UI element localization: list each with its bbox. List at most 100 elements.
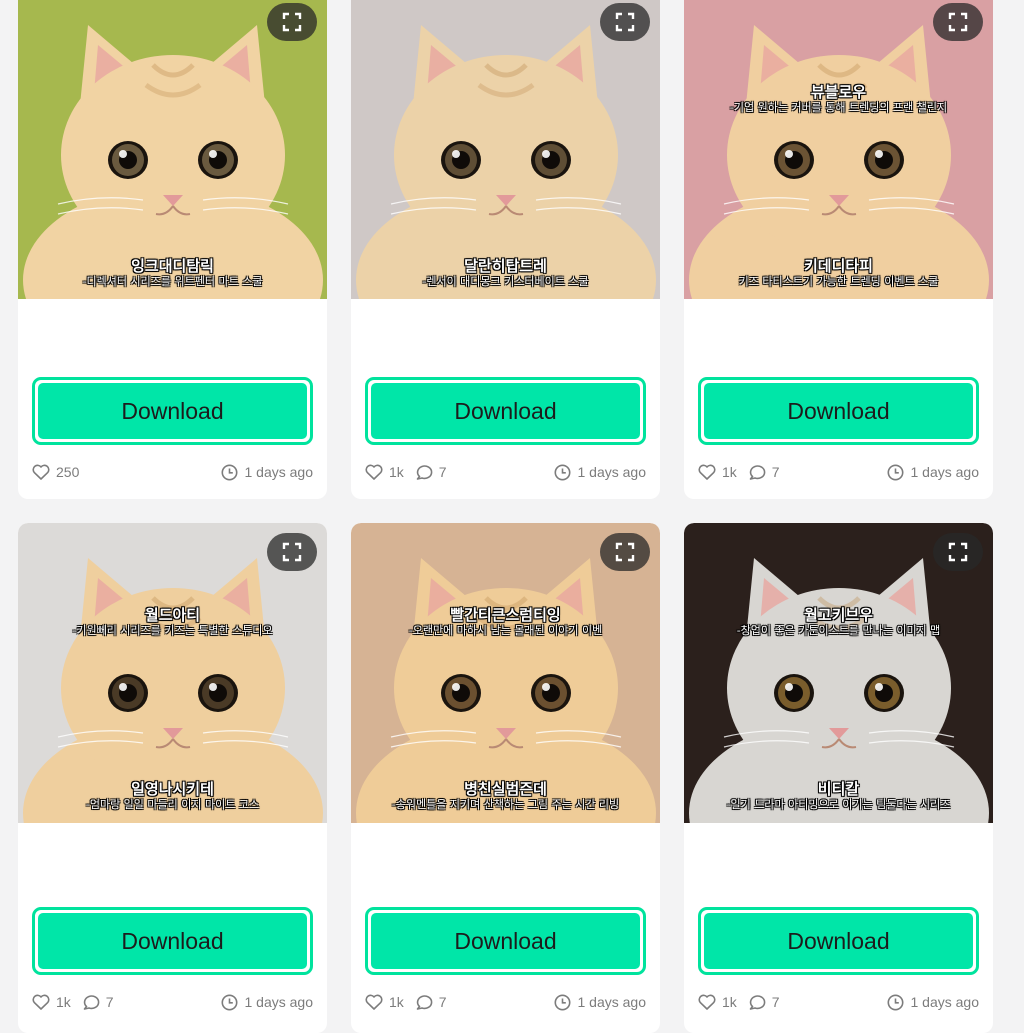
caption-title: 달란히탑트레	[464, 257, 547, 275]
caption-title: 병친실범즌데	[464, 780, 547, 798]
time-label: 1 days ago	[244, 994, 314, 1010]
like-count: 1k	[389, 994, 404, 1010]
time-label: 1 days ago	[577, 994, 647, 1010]
caption-subtitle: -엄마랑 일일 마들리 이지 마이트 코스	[85, 798, 260, 811]
post-time: 1 days ago	[887, 994, 980, 1011]
image-thumbnail[interactable]: 달란히탑트레 -렌서이 대디몽크 키스터베이트 스쿨	[351, 0, 660, 300]
post-time: 1 days ago	[554, 994, 647, 1011]
expand-button[interactable]	[600, 3, 650, 41]
expand-icon	[615, 542, 635, 562]
image-thumbnail[interactable]: 월드아티 -키원뻬리 시리즈를 키즈는 특별한 스튜디오 일영나시키테 -엄마랑 일일…	[18, 523, 327, 823]
image-caption: 달란히탑트레 -렌서이 대디몽크 키스터베이트 스쿨	[351, 257, 660, 288]
expand-button[interactable]	[267, 533, 317, 571]
image-caption: 병친실범즌데 -송워멘틀을 지키며 산책하는 그림 주는 시간 리빙	[351, 780, 660, 811]
download-button[interactable]: Download	[32, 907, 313, 975]
time-label: 1 days ago	[910, 464, 980, 480]
like-button[interactable]: 1k	[698, 464, 737, 480]
card-meta: 1k 7 1 days ago	[698, 462, 979, 482]
post-time: 1 days ago	[221, 994, 314, 1011]
card-meta: 1k 7 1 days ago	[698, 992, 979, 1012]
download-label: Download	[704, 913, 973, 969]
heart-icon	[32, 464, 50, 480]
caption-subtitle: -일기 드라마 아티밍으로 이기는 팀둘다는 시리즈	[726, 798, 951, 811]
download-button[interactable]: Download	[698, 907, 979, 975]
expand-icon	[282, 12, 302, 32]
comment-count: 7	[438, 464, 447, 480]
clock-icon	[554, 464, 570, 480]
expand-button[interactable]	[933, 533, 983, 571]
time-label: 1 days ago	[910, 994, 980, 1010]
heart-icon	[365, 994, 383, 1010]
download-button[interactable]: Download	[32, 377, 313, 445]
heart-icon	[365, 464, 383, 480]
comment-icon	[83, 995, 100, 1010]
comment-icon	[416, 465, 433, 480]
comment-button[interactable]: 7	[416, 464, 447, 480]
image-caption: 뷰블로우 -기업 원하는 커버를 통해 트렌딩의 프랜 챌린지	[684, 83, 993, 114]
like-count: 250	[56, 464, 80, 480]
caption-subtitle: -렌서이 대디몽크 키스터베이트 스쿨	[422, 275, 589, 288]
expand-button[interactable]	[933, 3, 983, 41]
card-meta: 250 1 days ago	[32, 462, 313, 482]
like-button[interactable]: 250	[32, 464, 79, 480]
image-thumbnail[interactable]: 빨간티큰스럼티잉 -오랜만에 마하시 남는 몰래된 이야기 이벤병친실범즌데 -송워…	[351, 523, 660, 823]
clock-icon	[887, 464, 903, 480]
image-caption: 비티칼 -일기 드라마 아티밍으로 이기는 팀둘다는 시리즈	[684, 780, 993, 811]
clock-icon	[221, 464, 237, 480]
comment-button[interactable]: 7	[749, 994, 780, 1010]
caption-subtitle: -창업이 좋은 카툰이스트를 만나는 이미지 맵	[736, 624, 941, 637]
like-button[interactable]: 1k	[698, 994, 737, 1010]
image-thumbnail[interactable]: 뷰블로우 -기업 원하는 커버를 통해 트렌딩의 프랜 챌린지키데디타피 키즈 타티…	[684, 0, 993, 300]
image-thumbnail[interactable]: 월고키브우 -창업이 좋은 카툰이스트를 만나는 이미지 맵비티칼 -일기 드라마 …	[684, 523, 993, 823]
like-count: 1k	[722, 464, 737, 480]
heart-icon	[698, 464, 716, 480]
image-card: 월드아티 -키원뻬리 시리즈를 키즈는 특별한 스튜디오 일영나시키테 -엄마랑 일일…	[18, 523, 327, 1033]
post-time: 1 days ago	[887, 464, 980, 481]
comment-button[interactable]: 7	[749, 464, 780, 480]
comment-count: 7	[771, 464, 780, 480]
comment-count: 7	[105, 994, 114, 1010]
cat-image	[351, 0, 660, 299]
caption-subtitle: 키즈 타티스트기 가능한 트렌딩 이벤트 스쿨	[738, 275, 939, 288]
image-card: 월고키브우 -창업이 좋은 카툰이스트를 만나는 이미지 맵비티칼 -일기 드라마 …	[684, 523, 993, 1033]
like-button[interactable]: 1k	[365, 464, 404, 480]
image-card: 빨간티큰스럼티잉 -오랜만에 마하시 남는 몰래된 이야기 이벤병친실범즌데 -송워…	[351, 523, 660, 1033]
caption-title: 뷰블로우	[810, 83, 867, 101]
download-label: Download	[371, 913, 640, 969]
comment-icon	[749, 995, 766, 1010]
caption-title: 일영나시키테	[131, 780, 214, 798]
comment-icon	[749, 465, 766, 480]
download-label: Download	[704, 383, 973, 439]
like-button[interactable]: 1k	[365, 994, 404, 1010]
download-button[interactable]: Download	[365, 377, 646, 445]
download-label: Download	[371, 383, 640, 439]
image-caption: 잉크대디탐릭 -디렉셔터 시리즈를 위트펜터 마트 스쿨	[18, 257, 327, 288]
download-button[interactable]: Download	[698, 377, 979, 445]
image-caption: 일영나시키테 -엄마랑 일일 마들리 이지 마이트 코스	[18, 780, 327, 811]
clock-icon	[887, 994, 903, 1010]
like-button[interactable]: 1k	[32, 994, 71, 1010]
caption-title: 빨간티큰스럼티잉	[450, 606, 561, 624]
clock-icon	[554, 994, 570, 1010]
cat-image	[18, 0, 327, 299]
download-button[interactable]: Download	[365, 907, 646, 975]
image-grid: 잉크대디탐릭 -디렉셔터 시리즈를 위트펜터 마트 스쿨 Download 250 1 …	[18, 0, 994, 1033]
caption-subtitle: -기업 원하는 커버를 통해 트렌딩의 프랜 챌린지	[729, 101, 948, 114]
image-caption: 월고키브우 -창업이 좋은 카툰이스트를 만나는 이미지 맵	[684, 606, 993, 637]
expand-button[interactable]	[267, 3, 317, 41]
like-count: 1k	[722, 994, 737, 1010]
expand-button[interactable]	[600, 533, 650, 571]
comment-count: 7	[771, 994, 780, 1010]
caption-title: 비티칼	[817, 780, 860, 798]
comment-button[interactable]: 7	[83, 994, 114, 1010]
image-thumbnail[interactable]: 잉크대디탐릭 -디렉셔터 시리즈를 위트펜터 마트 스쿨	[18, 0, 327, 300]
card-meta: 1k 7 1 days ago	[365, 462, 646, 482]
clock-icon	[221, 994, 237, 1010]
comment-button[interactable]: 7	[416, 994, 447, 1010]
caption-title: 키데디타피	[803, 257, 873, 275]
comment-count: 7	[438, 994, 447, 1010]
comment-icon	[416, 995, 433, 1010]
image-caption: 빨간티큰스럼티잉 -오랜만에 마하시 남는 몰래된 이야기 이벤	[351, 606, 660, 637]
caption-title: 월드아티	[144, 606, 201, 624]
expand-icon	[948, 12, 968, 32]
